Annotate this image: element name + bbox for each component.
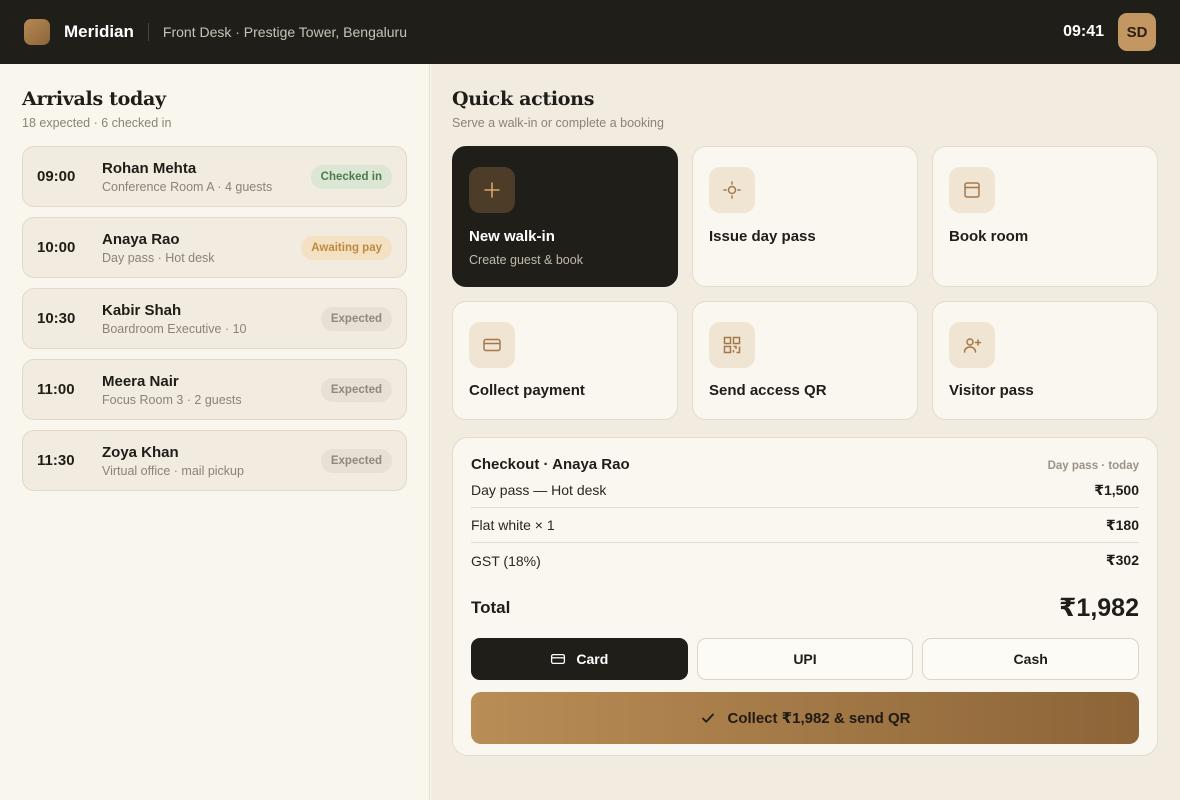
- line-item: Flat white × 1 ₹180: [471, 508, 1139, 543]
- arrival-time: 10:30: [37, 310, 76, 327]
- line-item-amount: ₹302: [1105, 552, 1139, 568]
- calendar-icon: [949, 167, 995, 213]
- brand-name: Meridian: [64, 22, 134, 41]
- line-item-amount: ₹180: [1105, 516, 1139, 533]
- total-amount: ₹1,982: [1059, 594, 1139, 622]
- status-badge: Expected: [320, 306, 392, 331]
- book-room-button[interactable]: Book room: [932, 146, 1158, 287]
- pay-method-label: UPI: [793, 651, 817, 667]
- action-label: Send access QR: [709, 382, 827, 399]
- status-badge: Awaiting pay: [301, 235, 392, 260]
- arrival-detail: Boardroom Executive · 10: [102, 321, 247, 336]
- arrival-detail: Day pass · Hot desk: [102, 250, 215, 265]
- line-item: GST (18%) ₹302: [471, 543, 1139, 578]
- action-label: Collect payment: [469, 382, 585, 399]
- line-item-label: Day pass — Hot desk: [471, 482, 607, 498]
- arrival-time: 11:30: [37, 452, 75, 469]
- location-label: Front Desk · Prestige Tower, Bengaluru: [162, 24, 407, 40]
- qr-icon: [709, 322, 755, 368]
- pay-card-button[interactable]: Card: [471, 638, 688, 680]
- checkout-title: Checkout · Anaya Rao: [471, 456, 630, 473]
- collect-payment-button[interactable]: Collect payment: [452, 301, 678, 420]
- pay-method-label: Cash: [1013, 651, 1048, 667]
- arrival-time: 09:00: [37, 168, 76, 185]
- send-access-qr-button[interactable]: Send access QR: [692, 301, 918, 420]
- arrival-item[interactable]: 10:30 Kabir Shah Boardroom Executive · 1…: [22, 288, 407, 349]
- plus-icon: [469, 167, 515, 213]
- action-label: Book room: [949, 228, 1029, 245]
- actions-panel: Quick actions Serve a walk-in or complet…: [431, 64, 1180, 800]
- status-badge: Checked in: [310, 164, 392, 189]
- header-divider: [147, 23, 149, 41]
- card-icon: [550, 651, 566, 667]
- collect-and-send-qr-button[interactable]: Collect ₹1,982 & send QR: [471, 692, 1139, 744]
- action-label: Issue day pass: [709, 228, 816, 245]
- status-badge: Expected: [320, 377, 392, 402]
- visitor-pass-button[interactable]: Visitor pass: [932, 301, 1158, 420]
- arrival-name: Zoya Khan: [102, 443, 179, 461]
- arrival-item[interactable]: 11:00 Meera Nair Focus Room 3 · 2 guests…: [22, 359, 407, 420]
- arrival-item[interactable]: 09:00 Rohan Mehta Conference Room A · 4 …: [22, 146, 407, 207]
- action-label: New walk-in: [469, 228, 555, 245]
- arrival-time: 11:00: [37, 381, 75, 398]
- card-icon: [469, 322, 515, 368]
- arrival-time: 10:00: [37, 239, 76, 256]
- payment-methods: Card UPI Cash: [471, 638, 1139, 680]
- line-item-label: GST (18%): [471, 552, 541, 569]
- action-label: Visitor pass: [949, 382, 1034, 399]
- quick-actions-subtitle: Serve a walk-in or complete a booking: [452, 116, 664, 130]
- top-bar: Meridian Front Desk · Prestige Tower, Be…: [0, 0, 1180, 64]
- quick-actions-grid: New walk-in Create guest & book Issue da…: [452, 146, 1158, 420]
- avatar[interactable]: SD: [1118, 13, 1156, 51]
- pay-method-label: Card: [576, 651, 609, 667]
- action-description: Create guest & book: [469, 253, 583, 267]
- arrivals-subtitle: 18 expected · 6 checked in: [22, 116, 172, 130]
- pay-cash-button[interactable]: Cash: [922, 638, 1139, 680]
- check-icon: [700, 710, 716, 726]
- checkout-card: Checkout · Anaya Rao Day pass · today Da…: [452, 437, 1158, 756]
- arrival-name: Meera Nair: [102, 372, 179, 390]
- arrival-name: Kabir Shah: [102, 301, 182, 319]
- issue-day-pass-button[interactable]: Issue day pass: [692, 146, 918, 287]
- line-item: Day pass — Hot desk ₹1,500: [471, 473, 1139, 508]
- arrivals-list: 09:00 Rohan Mehta Conference Room A · 4 …: [22, 146, 407, 491]
- arrival-detail: Virtual office · mail pickup: [102, 463, 244, 478]
- arrival-item[interactable]: 10:00 Anaya Rao Day pass · Hot desk Awai…: [22, 217, 407, 278]
- brand-logo: [24, 19, 50, 45]
- total-row: Total ₹1,982: [471, 588, 1139, 628]
- new-walk-in-button[interactable]: New walk-in Create guest & book: [452, 146, 678, 287]
- status-badge: Expected: [320, 448, 392, 473]
- add-user-icon: [949, 322, 995, 368]
- quick-actions-title: Quick actions: [452, 88, 595, 110]
- arrival-item[interactable]: 11:30 Zoya Khan Virtual office · mail pi…: [22, 430, 407, 491]
- total-label: Total: [471, 598, 511, 617]
- line-item-label: Flat white × 1: [471, 517, 555, 533]
- line-item-amount: ₹1,500: [1094, 481, 1139, 498]
- arrival-detail: Conference Room A · 4 guests: [102, 179, 273, 194]
- arrival-detail: Focus Room 3 · 2 guests: [102, 392, 242, 407]
- arrival-name: Rohan Mehta: [102, 159, 197, 177]
- clock: 09:41: [1063, 23, 1104, 40]
- collect-label: Collect ₹1,982 & send QR: [727, 710, 911, 727]
- arrivals-title: Arrivals today: [22, 88, 166, 110]
- sun-icon: [709, 167, 755, 213]
- arrival-name: Anaya Rao: [102, 230, 180, 248]
- checkout-meta: Day pass · today: [1047, 460, 1139, 472]
- arrivals-panel: Arrivals today 18 expected · 6 checked i…: [0, 64, 430, 800]
- pay-upi-button[interactable]: UPI: [696, 638, 914, 680]
